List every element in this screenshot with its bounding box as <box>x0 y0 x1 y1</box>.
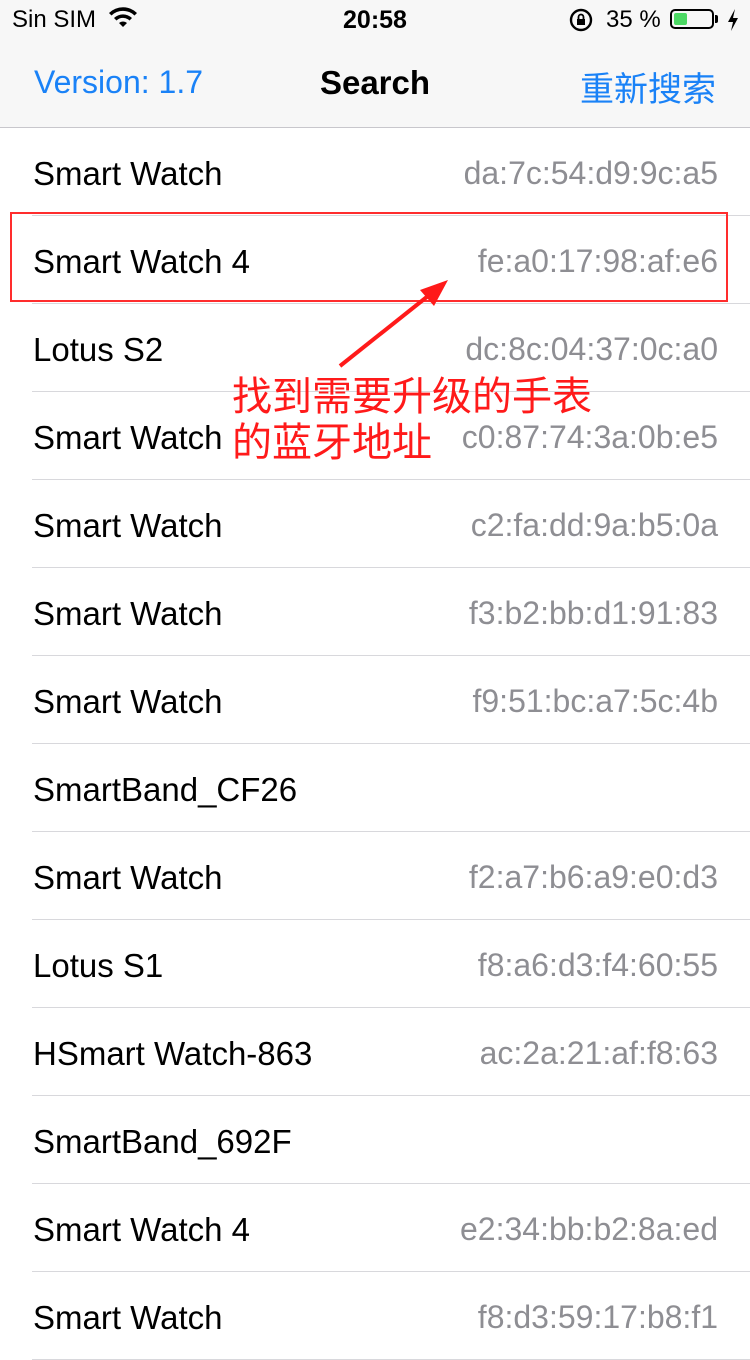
battery-tip <box>715 15 718 23</box>
status-bar: Sin SIM 20:58 35 % <box>0 0 750 40</box>
battery-icon <box>670 9 714 29</box>
device-name: Smart Watch <box>33 595 223 632</box>
device-row[interactable]: Smart Watch f9:51:bc:a7:5c:4b <box>0 656 750 744</box>
device-row[interactable]: SmartBand_CF26 <box>0 744 750 832</box>
device-name: Smart Watch 4 <box>33 1211 250 1248</box>
device-name: Smart Watch <box>33 683 223 720</box>
battery-fill <box>674 13 687 25</box>
rescan-button[interactable]: 重新搜索 <box>580 62 716 111</box>
device-name: Smart Watch <box>33 859 223 896</box>
device-mac: e2:34:bb:b2:8a:ed <box>459 1211 718 1247</box>
device-row[interactable]: Smart Watch f2:a7:b6:a9:e0:d3 <box>0 832 750 920</box>
orientation-lock-icon <box>568 7 594 38</box>
battery-percent: 35 % <box>606 6 661 33</box>
device-mac: dc:8c:04:37:0c:a0 <box>465 331 718 367</box>
device-row[interactable]: Smart Watch f3:b2:bb:d1:91:83 <box>0 568 750 656</box>
device-mac: f8:a6:d3:f4:60:55 <box>477 947 718 983</box>
version-button[interactable]: Version: 1.7 <box>34 64 203 101</box>
device-mac: f9:51:bc:a7:5c:4b <box>472 683 718 719</box>
device-row[interactable]: HSmart Watch-863 ac:2a:21:af:f8:63 <box>0 1008 750 1096</box>
device-row[interactable]: Smart Watch da:7c:54:d9:9c:a5 <box>0 128 750 216</box>
device-mac: c0:87:74:3a:0b:e5 <box>461 419 718 455</box>
device-mac: f2:a7:b6:a9:e0:d3 <box>468 859 718 895</box>
device-row[interactable]: Smart Watch c0:87:74:3a:0b:e5 <box>0 392 750 480</box>
device-name: Smart Watch <box>33 1299 223 1336</box>
device-row[interactable]: SmartBand_692F <box>0 1096 750 1184</box>
device-name: Smart Watch 4 <box>33 243 250 280</box>
device-name: Smart Watch <box>33 155 223 192</box>
device-name: HSmart Watch-863 <box>33 1035 313 1072</box>
device-mac: da:7c:54:d9:9c:a5 <box>463 155 718 191</box>
device-name: Lotus S1 <box>33 947 164 984</box>
device-row[interactable]: Lotus S1 f8:a6:d3:f4:60:55 <box>0 920 750 1008</box>
device-row[interactable]: Smart Watch c2:fa:dd:9a:b5:0a <box>0 480 750 568</box>
charging-bolt-icon <box>726 8 740 37</box>
device-mac: f3:b2:bb:d1:91:83 <box>468 595 718 631</box>
device-list: Smart Watch da:7c:54:d9:9c:a5 Smart Watch… <box>0 128 750 1360</box>
device-mac: c2:fa:dd:9a:b5:0a <box>470 507 718 543</box>
device-name: SmartBand_CF26 <box>33 771 298 808</box>
device-name: Smart Watch <box>33 507 223 544</box>
device-mac: ac:2a:21:af:f8:63 <box>479 1035 718 1071</box>
device-name: Lotus S2 <box>33 331 164 368</box>
device-name: SmartBand_692F <box>33 1123 292 1160</box>
device-row[interactable]: Smart Watch f8:d3:59:17:b8:f1 <box>0 1272 750 1360</box>
device-row[interactable]: Smart Watch 4 fe:a0:17:98:af:e6 <box>0 216 750 304</box>
device-name: Smart Watch <box>33 419 223 456</box>
device-row[interactable]: Lotus S2 dc:8c:04:37:0c:a0 <box>0 304 750 392</box>
device-mac: f8:d3:59:17:b8:f1 <box>477 1299 718 1335</box>
device-row[interactable]: Smart Watch 4 e2:34:bb:b2:8a:ed <box>0 1184 750 1272</box>
navigation-bar: Version: 1.7 Search 重新搜索 <box>0 40 750 128</box>
device-mac: fe:a0:17:98:af:e6 <box>477 243 718 279</box>
